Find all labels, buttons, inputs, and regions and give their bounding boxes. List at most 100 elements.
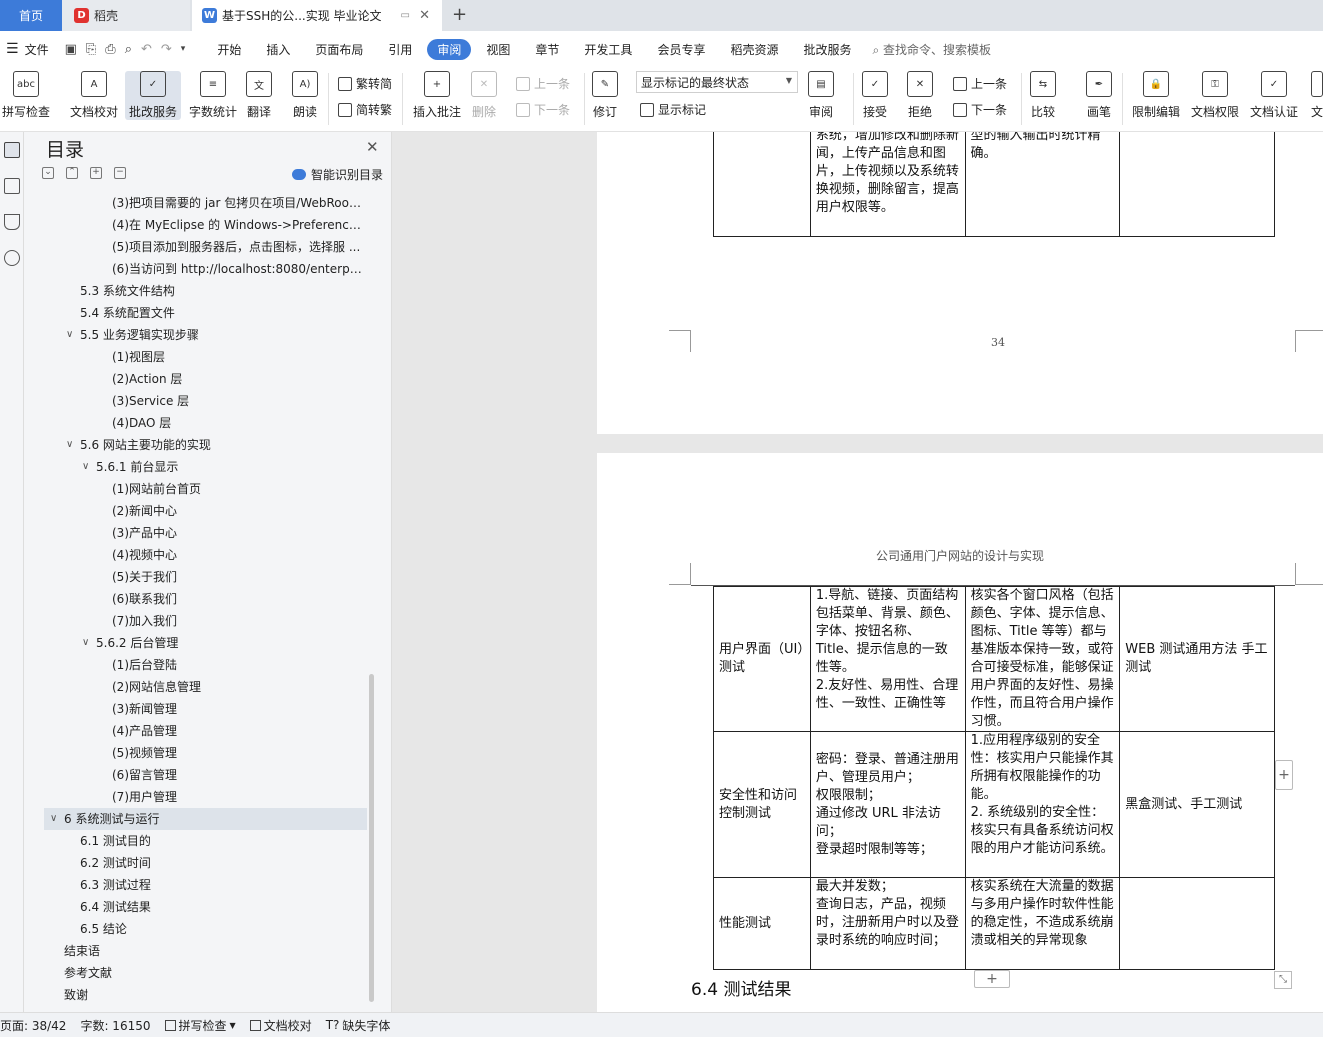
menu-start[interactable]: 开始 bbox=[207, 39, 251, 60]
toc-item[interactable]: 5.6.1 前台显示 bbox=[96, 456, 356, 478]
menu-daoke-resources[interactable]: 稻壳资源 bbox=[720, 39, 788, 60]
toc-item[interactable]: 5.5 业务逻辑实现步骤 bbox=[80, 324, 360, 346]
review-pane-button[interactable]: ▤ 审阅 bbox=[808, 71, 834, 120]
export-icon[interactable]: ⎘ bbox=[86, 42, 96, 57]
menu-correction[interactable]: 批改服务 bbox=[793, 39, 861, 60]
toc-item[interactable]: (2)新闻中心 bbox=[112, 500, 362, 522]
menu-reference[interactable]: 引用 bbox=[378, 39, 422, 60]
toc-item[interactable]: 6.2 测试时间 bbox=[80, 852, 360, 874]
toc-item[interactable]: (2)Action 层 bbox=[112, 368, 362, 390]
menu-layout[interactable]: 页面布局 bbox=[305, 39, 373, 60]
menu-developer[interactable]: 开发工具 bbox=[574, 39, 642, 60]
toc-item[interactable]: (6)留言管理 bbox=[112, 764, 362, 786]
collapse-all-icon[interactable]: ⌄ bbox=[42, 167, 54, 179]
chevron-down-icon[interactable]: ∨ bbox=[66, 329, 73, 340]
add-heading-icon[interactable]: + bbox=[90, 167, 102, 179]
tab-daoke[interactable]: D 稻壳 bbox=[62, 0, 190, 31]
spell-check-button[interactable]: abc 拼写检查 bbox=[2, 71, 50, 120]
menu-insert[interactable]: 插入 bbox=[256, 39, 300, 60]
word-count-button[interactable]: ≡ 字数统计 bbox=[189, 71, 237, 120]
chevron-down-icon[interactable]: ∨ bbox=[82, 637, 89, 648]
smart-toc-button[interactable]: 智能识别目录 bbox=[292, 166, 383, 183]
revise-button[interactable]: ✎ 修订 bbox=[592, 71, 618, 120]
word-count[interactable]: 字数: 16150 bbox=[80, 1017, 150, 1034]
menu-review[interactable]: 审阅 bbox=[427, 38, 472, 60]
doc-permission-button[interactable]: ⚿ 文档权限 bbox=[1191, 71, 1239, 120]
chevron-down-icon[interactable]: ∨ bbox=[66, 439, 73, 450]
menu-chapter[interactable]: 章节 bbox=[525, 39, 569, 60]
toc-item[interactable]: (7)用户管理 bbox=[112, 786, 362, 808]
pin-icon[interactable]: ▭ bbox=[401, 10, 410, 21]
toc-item[interactable]: (3)新闻管理 bbox=[112, 698, 362, 720]
toc-item[interactable]: 5.3 系统文件结构 bbox=[80, 280, 360, 302]
toc-item[interactable]: 6.1 测试目的 bbox=[80, 830, 360, 852]
chevron-down-icon[interactable]: ∨ bbox=[82, 461, 89, 472]
command-search[interactable]: ⌕ 查找命令、搜索模板 bbox=[872, 41, 991, 58]
toc-item[interactable]: (5)视频管理 bbox=[112, 742, 362, 764]
chevron-down-icon[interactable]: ∨ bbox=[50, 813, 57, 824]
toc-item[interactable]: (4)DAO 层 bbox=[112, 412, 362, 434]
remove-heading-icon[interactable]: − bbox=[114, 167, 126, 179]
add-column-button[interactable]: + bbox=[1275, 760, 1293, 790]
toc-item[interactable]: (1)视图层 bbox=[112, 346, 362, 368]
spell-check-status[interactable]: 拼写检查 ▼ bbox=[164, 1017, 236, 1034]
print-preview-icon[interactable]: ⌕ bbox=[125, 42, 132, 57]
toc-panel-icon[interactable] bbox=[4, 142, 20, 158]
toc-item[interactable]: (1)网站前台首页 bbox=[112, 478, 362, 500]
reject-button[interactable]: ✕ 拒绝 bbox=[907, 71, 933, 120]
close-icon[interactable]: ✕ bbox=[366, 138, 379, 156]
toc-item[interactable]: (4)在 MyEclipse 的 Windows->Preference ... bbox=[112, 214, 364, 236]
save-icon[interactable]: ▣ bbox=[65, 42, 77, 57]
page-indicator[interactable]: 页面: 38/42 bbox=[0, 1017, 66, 1034]
toc-item[interactable]: 6.4 测试结果 bbox=[80, 896, 360, 918]
toc-item[interactable]: (1)后台登陆 bbox=[112, 654, 362, 676]
tab-home[interactable]: 首页 bbox=[0, 0, 62, 31]
toc-item[interactable]: (3)产品中心 bbox=[112, 522, 362, 544]
delete-comment-button[interactable]: ✕ 删除 bbox=[471, 71, 497, 120]
doc-proof-button[interactable]: A 文档校对 bbox=[70, 71, 118, 120]
navigation-icon[interactable] bbox=[4, 178, 20, 194]
toc-item[interactable]: (6)联系我们 bbox=[112, 588, 362, 610]
print-icon[interactable]: ⎙ bbox=[105, 42, 115, 57]
trad-to-simp-button[interactable]: 繁转简 bbox=[338, 75, 392, 92]
doc-proof-status[interactable]: 文档校对 bbox=[249, 1017, 312, 1034]
toc-item[interactable]: 结束语 bbox=[64, 940, 354, 962]
redo-icon[interactable]: ↷ bbox=[161, 42, 172, 57]
toc-item[interactable]: (6)当访问到 http://localhost:8080/enterpr ..… bbox=[112, 258, 364, 280]
pen-button[interactable]: ✒ 画笔 bbox=[1086, 71, 1112, 120]
bookmark-icon[interactable] bbox=[4, 214, 20, 230]
next-comment-button[interactable]: 下一条 bbox=[516, 101, 570, 118]
doc-certify-button[interactable]: ✓ 文档认证 bbox=[1250, 71, 1298, 120]
display-state-select[interactable]: 显示标记的最终状态 ▼ bbox=[636, 71, 798, 93]
toc-scrollbar[interactable] bbox=[369, 674, 374, 1002]
simp-to-trad-button[interactable]: 简转繁 bbox=[338, 101, 392, 118]
toc-item[interactable]: 致谢 bbox=[64, 984, 354, 1006]
toc-item[interactable]: 5.6 网站主要功能的实现 bbox=[80, 434, 360, 456]
toc-item[interactable]: (5)项目添加到服务器后，点击图标，选择服 ... bbox=[112, 236, 364, 258]
accept-button[interactable]: ✓ 接受 bbox=[862, 71, 888, 120]
toc-item[interactable]: (2)网站信息管理 bbox=[112, 676, 362, 698]
ribbon-more-button[interactable]: 文 bbox=[1311, 71, 1323, 120]
search-icon[interactable] bbox=[4, 250, 20, 266]
tab-document[interactable]: W 基于SSH的公...实现 毕业论文 ▭ ✕ bbox=[192, 0, 442, 31]
prev-change-button[interactable]: 上一条 bbox=[953, 75, 1007, 92]
insert-comment-button[interactable]: + 插入批注 bbox=[413, 71, 461, 120]
toc-item[interactable]: 6.3 测试过程 bbox=[80, 874, 360, 896]
close-tab-icon[interactable]: ✕ bbox=[419, 8, 430, 23]
table-resize-icon[interactable]: ⤡ bbox=[1274, 971, 1292, 989]
menu-member[interactable]: 会员专享 bbox=[647, 39, 715, 60]
toc-item[interactable]: 5.6.2 后台管理 bbox=[96, 632, 356, 654]
toc-item-selected[interactable]: 6 系统测试与运行 bbox=[44, 808, 367, 830]
new-tab-button[interactable]: + bbox=[452, 4, 467, 25]
compare-button[interactable]: ⇆ 比较 bbox=[1030, 71, 1056, 120]
expand-all-icon[interactable]: ⌃ bbox=[66, 167, 78, 179]
undo-icon[interactable]: ↶ bbox=[141, 42, 152, 57]
toc-item[interactable]: 6.5 结论 bbox=[80, 918, 360, 940]
toc-item[interactable]: (4)产品管理 bbox=[112, 720, 362, 742]
correction-service-button[interactable]: ✓ 批改服务 bbox=[125, 71, 182, 120]
toc-item[interactable]: (3)Service 层 bbox=[112, 390, 362, 412]
translate-button[interactable]: 文 翻译 bbox=[246, 71, 272, 120]
file-menu[interactable]: ☰ 文件 bbox=[6, 41, 49, 58]
toc-item[interactable]: (5)关于我们 bbox=[112, 566, 362, 588]
missing-font-status[interactable]: T? 缺失字体 bbox=[326, 1017, 391, 1034]
